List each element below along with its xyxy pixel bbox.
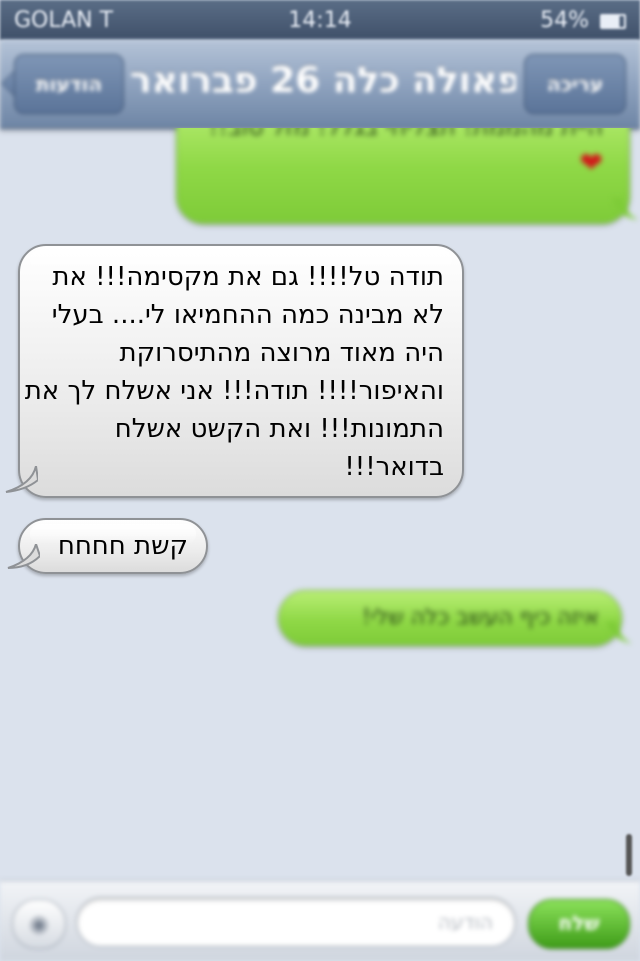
camera-icon: ◉ <box>29 911 49 937</box>
navigation-bar: הודעות פאולה כלה 26 פברואר עריכה <box>0 40 640 129</box>
battery-icon <box>600 13 626 29</box>
composer-bar: ◉ הודעה שלח <box>0 880 640 961</box>
battery-indicator: 54% <box>540 8 626 33</box>
message-text: היית מהממת! תצליחי בגלל! מזל טוב!! ❤ <box>183 128 603 182</box>
outgoing-message-bubble[interactable]: איזה כיף העשב כלה שלי! <box>278 590 622 646</box>
message-text: תודה טל!!!! גם את מקסימה!!! את לא מבינה … <box>24 262 444 482</box>
message-text: קשת חחחח <box>57 531 188 561</box>
conversation-title: פאולה כלה 26 פברואר <box>130 60 516 101</box>
bubble-tail-icon <box>606 622 632 644</box>
battery-percent: 54% <box>540 8 589 33</box>
heart-icon: ❤ <box>579 146 603 179</box>
incoming-message-bubble[interactable]: קשת חחחח <box>18 518 208 574</box>
message-input[interactable]: הודעה <box>76 897 516 947</box>
bubble-tail-icon <box>7 544 40 569</box>
outgoing-message-bubble[interactable]: היית מהממת! תצליחי בגלל! מזל טוב!! ❤ <box>176 128 630 224</box>
message-list[interactable]: היית מהממת! תצליחי בגלל! מזל טוב!! ❤ תוד… <box>0 128 640 880</box>
bubble-tail-icon <box>612 198 638 220</box>
status-bar: GOLAN T 14:14 54% <box>0 0 640 40</box>
message-text-content: היית מהממת! תצליחי בגלל! מזל טוב!! <box>208 128 603 141</box>
send-button[interactable]: שלח <box>528 899 630 949</box>
camera-button[interactable]: ◉ <box>12 899 66 949</box>
scroll-indicator[interactable] <box>626 834 632 876</box>
bubble-tail-icon <box>5 466 38 493</box>
edit-button[interactable]: עריכה <box>524 54 626 114</box>
back-button[interactable]: הודעות <box>14 54 124 114</box>
incoming-message-bubble[interactable]: תודה טל!!!! גם את מקסימה!!! את לא מבינה … <box>18 244 464 498</box>
message-text: איזה כיף העשב כלה שלי! <box>361 605 599 630</box>
